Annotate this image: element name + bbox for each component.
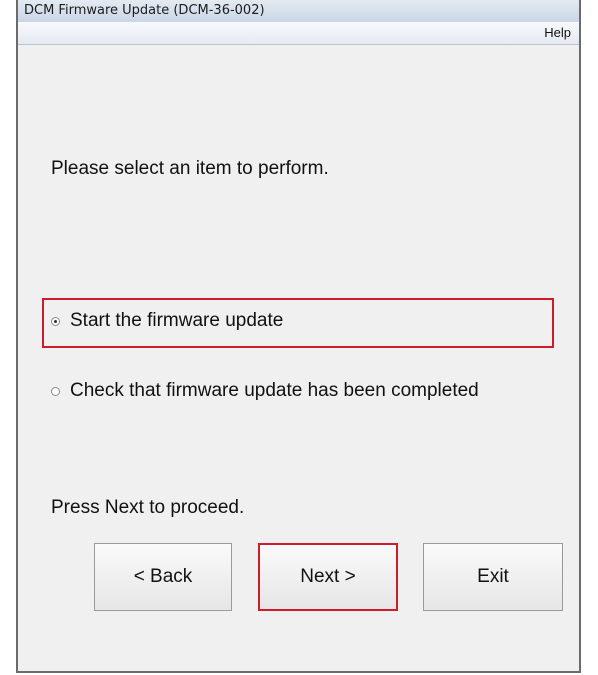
option-check-completed[interactable]: Check that firmware update has been comp… xyxy=(51,380,479,402)
back-button[interactable]: < Back xyxy=(94,543,232,611)
radio-selected-icon[interactable] xyxy=(51,316,60,326)
radio-unselected-icon[interactable] xyxy=(51,386,60,396)
background-margin xyxy=(0,0,16,675)
instruction-text: Press Next to proceed. xyxy=(51,497,245,518)
next-button[interactable]: Next > xyxy=(258,543,398,611)
menu-bar: Help xyxy=(18,22,579,45)
prompt-text: Please select an item to perform. xyxy=(51,158,329,179)
option-start-update-label: Start the firmware update xyxy=(70,310,284,331)
option-start-update[interactable]: Start the firmware update xyxy=(51,310,283,332)
option-check-completed-label: Check that firmware update has been comp… xyxy=(70,380,479,401)
dialog-window: DCM Firmware Update (DCM-36-002) Help Pl… xyxy=(16,0,581,673)
exit-button[interactable]: Exit xyxy=(423,543,563,611)
menu-item-help[interactable]: Help xyxy=(544,25,571,40)
title-bar: DCM Firmware Update (DCM-36-002) xyxy=(18,0,579,23)
window-title: DCM Firmware Update (DCM-36-002) xyxy=(24,3,265,18)
